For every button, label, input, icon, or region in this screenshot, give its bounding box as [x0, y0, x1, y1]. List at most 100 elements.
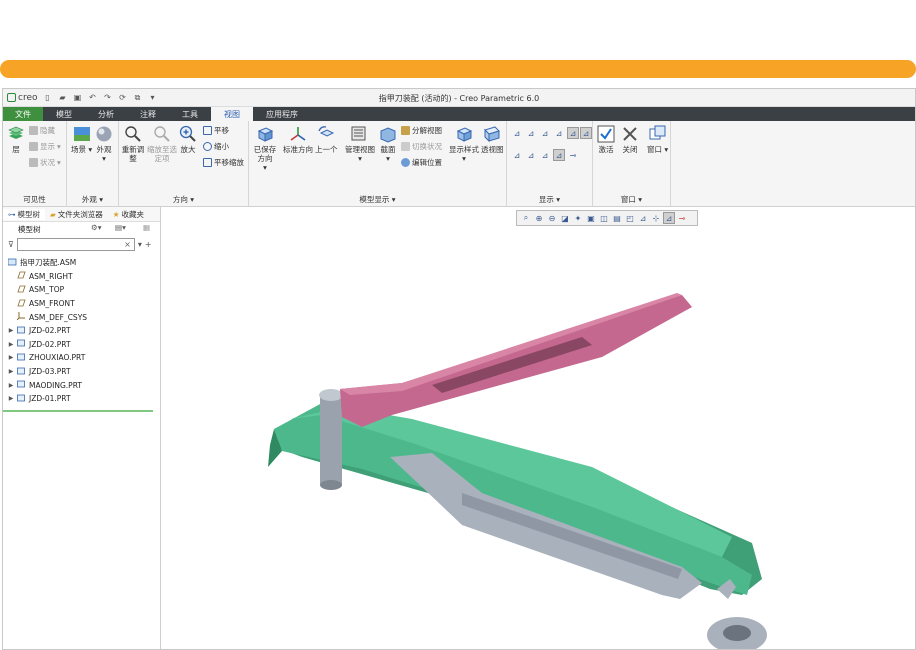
- clipper-pin-top: [319, 389, 343, 401]
- tab-analysis[interactable]: 分析: [85, 107, 127, 121]
- dynamic-display-icon[interactable]: ⊸: [567, 149, 579, 161]
- show-group-label: 显示 ▾: [538, 195, 561, 204]
- windows-icon[interactable]: ⧉: [133, 93, 143, 103]
- toggle-status-button[interactable]: 切换状况: [401, 141, 442, 152]
- tree-columns-icon[interactable]: ▤▾: [115, 223, 126, 232]
- tree-settings-icon[interactable]: ⚙▾: [91, 223, 102, 232]
- part-icon: [17, 380, 25, 388]
- csys-display-icon[interactable]: ⊿: [553, 127, 565, 139]
- hide-button[interactable]: 隐藏: [29, 125, 55, 136]
- tab-model[interactable]: 模型: [43, 107, 85, 121]
- perspective-button[interactable]: 透视图: [481, 125, 504, 154]
- appearance-button[interactable]: 外观 ▾: [95, 125, 113, 163]
- zoom-in-label: 放大: [180, 145, 196, 154]
- tree-item[interactable]: ASM_FRONT: [3, 297, 160, 311]
- tree-item[interactable]: ASM_DEF_CSYS: [3, 310, 160, 324]
- display-style-button[interactable]: 显示样式 ▾: [449, 125, 479, 163]
- activate-label: 激活: [598, 145, 614, 154]
- axis-display-icon[interactable]: ⊿: [525, 127, 537, 139]
- customize-dropdown-icon[interactable]: ▾: [148, 93, 158, 103]
- section-button[interactable]: 截面 ▾: [379, 125, 397, 163]
- plane-display-icon[interactable]: ⊿: [511, 127, 523, 139]
- tree-filter-icon[interactable]: ▦: [143, 223, 150, 232]
- model-tree: 指甲刀装配.ASM ASM_RIGHT ASM_TOP ASM_FRONT ASM_DE…: [3, 252, 160, 412]
- tree-item[interactable]: ▶ MAODING.PRT: [3, 378, 160, 392]
- windows-button[interactable]: 窗口 ▾: [647, 125, 668, 154]
- plane-tag-display-icon[interactable]: ⊿: [567, 127, 579, 139]
- tab-favorites[interactable]: ★ 收藏夹: [108, 209, 149, 220]
- windows-label: 窗口: [647, 145, 662, 154]
- spin-center-display-icon[interactable]: ⊿: [553, 149, 565, 161]
- previous-button[interactable]: 上一个: [315, 125, 338, 154]
- tab-applications[interactable]: 应用程序: [253, 107, 311, 121]
- show-button[interactable]: 显示 ▾: [29, 141, 61, 152]
- manage-views-button[interactable]: 管理视图 ▾: [345, 125, 375, 163]
- refit-button[interactable]: 重新调整: [121, 125, 145, 163]
- tab-folder-browser[interactable]: ▰ 文件夹浏览器: [45, 209, 108, 220]
- appearance-sphere-icon: [96, 126, 112, 142]
- expand-arrow-icon[interactable]: ▶: [8, 368, 14, 375]
- zoom-to-selected-button[interactable]: 缩放至选定项: [146, 125, 178, 163]
- undo-icon[interactable]: ↶: [88, 93, 98, 103]
- tree-item[interactable]: ASM_TOP: [3, 283, 160, 297]
- layer-button[interactable]: 层: [7, 125, 25, 154]
- tree-item-icon-wrap: [17, 394, 26, 404]
- tree-item-label: JZD-02.PRT: [29, 339, 71, 349]
- close-window-button[interactable]: 关闭: [621, 125, 639, 154]
- tree-item[interactable]: ▶ JZD-02.PRT: [3, 338, 160, 352]
- saved-orientations-label: 已保存方向: [253, 145, 277, 163]
- tree-item[interactable]: ▶ JZD-03.PRT: [3, 365, 160, 379]
- expand-arrow-icon[interactable]: ▶: [8, 327, 14, 334]
- point-tag-display-icon[interactable]: ⊿: [511, 149, 523, 161]
- search-dropdown-icon[interactable]: ▾: [138, 240, 142, 249]
- tab-annotate[interactable]: 注释: [127, 107, 169, 121]
- redo-icon[interactable]: ↷: [103, 93, 113, 103]
- tab-tools[interactable]: 工具: [169, 107, 211, 121]
- new-file-icon[interactable]: ▯: [43, 93, 53, 103]
- exploded-view-button[interactable]: 分解视图: [401, 125, 442, 136]
- save-icon[interactable]: ▣: [73, 93, 83, 103]
- tab-model-tree[interactable]: ⊶ 模型树: [3, 208, 45, 220]
- standard-orientation-button[interactable]: 标准方向: [283, 125, 313, 154]
- clear-search-icon[interactable]: ×: [124, 240, 131, 249]
- activate-button[interactable]: 激活: [597, 125, 615, 154]
- zoom-out-button[interactable]: 缩小: [203, 141, 229, 152]
- graphics-viewport[interactable]: ⌕ ⊕ ⊖ ◪ ✦ ▣ ◫ ▤ ◰ ⊿ ⊹ ⊿ ⊸: [162, 207, 915, 649]
- pan-zoom-button[interactable]: 平移缩放: [203, 157, 244, 168]
- page: creo ▯ ▰ ▣ ↶ ↷ ⟳ ⧉ ▾ 指甲刀装配 (活动的) - Creo …: [0, 0, 916, 650]
- tree-item[interactable]: ▶ ZHOUXIAO.PRT: [3, 351, 160, 365]
- open-folder-icon[interactable]: ▰: [58, 93, 68, 103]
- filter-funnel-icon[interactable]: ⊽: [8, 240, 14, 249]
- creo-logo: creo: [7, 93, 38, 103]
- csys-tag-display-icon[interactable]: ⊿: [525, 149, 537, 161]
- tree-item[interactable]: 指甲刀装配.ASM: [3, 256, 160, 270]
- scene-button[interactable]: 场景 ▾: [71, 125, 92, 154]
- pan-button[interactable]: 平移: [203, 125, 229, 136]
- tree-item-icon-wrap: [17, 353, 26, 363]
- tree-item-icon-wrap: [17, 339, 26, 349]
- tab-view[interactable]: 视图: [211, 107, 253, 121]
- add-icon[interactable]: +: [145, 240, 152, 249]
- annotation-display-icon[interactable]: ⊿: [539, 149, 551, 161]
- expand-arrow-icon[interactable]: ▶: [8, 341, 14, 348]
- expand-arrow-icon[interactable]: ▶: [8, 395, 14, 402]
- group-appearance: 场景 ▾ 外观 ▾ 外观 ▾: [67, 121, 119, 207]
- tree-item[interactable]: ▶ JZD-02.PRT: [3, 324, 160, 338]
- expand-arrow-icon[interactable]: ▶: [8, 354, 14, 361]
- status-button[interactable]: 状况 ▾: [29, 157, 61, 168]
- expand-arrow-icon[interactable]: ▶: [8, 382, 14, 389]
- regenerate-icon[interactable]: ⟳: [118, 93, 128, 103]
- zoom-in-button[interactable]: 放大: [179, 125, 197, 154]
- tree-item[interactable]: ASM_RIGHT: [3, 270, 160, 284]
- edit-position-button[interactable]: 编辑位置: [401, 157, 442, 168]
- tree-item[interactable]: ▶ JZD-01.PRT: [3, 392, 160, 406]
- point-display-icon[interactable]: ⊿: [539, 127, 551, 139]
- saved-orientations-button[interactable]: 已保存方向 ▾: [251, 125, 279, 172]
- clipper-ring-hole: [723, 625, 751, 641]
- appearance-group-label: 外观 ▾: [81, 195, 104, 204]
- axis-tag-display-icon[interactable]: ⊿: [580, 127, 592, 139]
- show-label: 显示: [40, 142, 55, 151]
- part-icon: [17, 394, 25, 402]
- tab-file[interactable]: 文件: [3, 107, 43, 121]
- tree-search-input[interactable]: ×: [16, 237, 135, 251]
